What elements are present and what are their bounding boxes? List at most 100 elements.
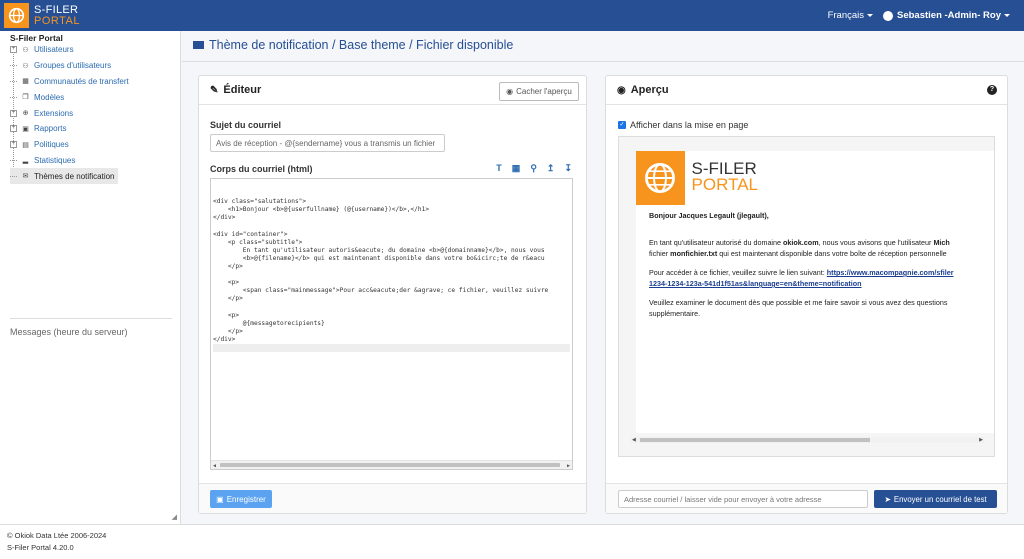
help-icon[interactable]: ? bbox=[987, 85, 997, 95]
send-test-email-button[interactable]: ➤ Envoyer un courriel de test bbox=[874, 490, 997, 508]
code-line[interactable] bbox=[213, 303, 570, 311]
code-horizontal-scrollbar[interactable]: ◀ ▶ bbox=[211, 460, 572, 469]
subject-input[interactable]: Avis de réception - @{sendername} vous a… bbox=[210, 134, 445, 152]
editor-footer: ▣ Enregistrer bbox=[199, 483, 586, 513]
sidebar-item-politiques[interactable]: + ▤ Politiques bbox=[10, 137, 180, 153]
code-line[interactable]: </div> bbox=[213, 214, 570, 222]
email-preview-body: S-FILER PORTAL Bonjour Jacques Legault (j… bbox=[636, 151, 994, 433]
sidebar-item-groupes[interactable]: ⚇ Groupes d'utilisateurs bbox=[10, 58, 180, 74]
save-button[interactable]: ▣ Enregistrer bbox=[210, 490, 272, 508]
sidebar-item-label: Utilisateurs bbox=[34, 45, 74, 55]
sidebar-item-statistiques[interactable]: ▂ Statistiques bbox=[10, 153, 180, 169]
sidebar-item-label: Extensions bbox=[34, 108, 74, 118]
code-line[interactable]: <p> bbox=[213, 312, 570, 320]
file-icon: ▣ bbox=[22, 125, 29, 133]
editor-card: ✎ Éditeur ◉ Cacher l'aperçu Sujet du cour… bbox=[198, 75, 587, 514]
code-line[interactable]: En tant qu'utilisateur autoris&eacute; d… bbox=[213, 247, 570, 255]
logo-line1: S-FILER bbox=[34, 3, 79, 16]
upload-icon[interactable]: ↥ bbox=[547, 163, 555, 174]
code-line[interactable]: <b>@{filename}</b> qui est maintenant di… bbox=[213, 255, 570, 263]
scroll-left-icon[interactable]: ◀ bbox=[632, 437, 636, 443]
code-line[interactable]: <div id="container"> bbox=[213, 231, 570, 239]
code-line[interactable]: </p> bbox=[213, 328, 570, 336]
envelope-icon: ✉ bbox=[22, 173, 29, 181]
logo-line2: PORTAL bbox=[34, 14, 80, 27]
chevron-down-icon bbox=[1004, 14, 1010, 17]
chart-icon: ▂ bbox=[22, 157, 29, 165]
expand-icon[interactable]: + bbox=[10, 141, 17, 149]
sidebar-item-modeles[interactable]: ❒ Modèles bbox=[10, 89, 180, 105]
sidebar-item-rapports[interactable]: + ▣ Rapports bbox=[10, 121, 180, 137]
sidebar-item-communautes[interactable]: ▦ Communautés de transfert bbox=[10, 74, 180, 90]
globe-icon bbox=[645, 163, 676, 193]
scroll-left-icon[interactable]: ◀ bbox=[213, 462, 216, 469]
sitemap-icon: ▦ bbox=[22, 78, 29, 86]
download-icon[interactable]: ↧ bbox=[564, 163, 572, 174]
search-icon[interactable]: ⚲ bbox=[530, 163, 537, 174]
code-line[interactable]: <div class="salutations"> bbox=[213, 198, 570, 206]
expand-icon[interactable]: + bbox=[10, 109, 17, 117]
preview-header: ◉ Aperçu ? bbox=[606, 76, 1007, 105]
preview-horizontal-scrollbar[interactable]: ◀ ▶ bbox=[631, 437, 984, 443]
expand-icon[interactable]: + bbox=[10, 125, 17, 133]
preview-link-cont[interactable]: 1234-1234-123a-541d1f51as&language=en&th… bbox=[649, 279, 862, 288]
body-label: Corps du courriel (html) bbox=[210, 164, 313, 174]
hide-preview-button[interactable]: ◉ Cacher l'aperçu bbox=[499, 82, 579, 101]
language-dropdown[interactable]: Français bbox=[828, 10, 873, 21]
sidebar: S-Filer Portal + ⚇ Utilisateurs ⚇ Groupes d… bbox=[0, 31, 181, 524]
page-title-text: Thème de notification / Base theme / Fic… bbox=[209, 38, 514, 52]
email-preview: S-FILER PORTAL Bonjour Jacques Legault (j… bbox=[618, 136, 995, 457]
resize-handle-icon[interactable]: ◢ bbox=[172, 513, 177, 521]
preview-logo-line2: PORTAL bbox=[691, 175, 758, 194]
top-bar: S-FILER PORTAL Français Sebastien -Admin… bbox=[0, 0, 1024, 31]
code-line[interactable]: <p> bbox=[213, 279, 570, 287]
code-line[interactable]: <h1>Bonjour <b>@{userfullname} (@{userna… bbox=[213, 206, 570, 214]
preview-paragraph-3: Veuillez examiner le document dès que po… bbox=[649, 298, 948, 318]
code-line[interactable]: </div> bbox=[213, 336, 570, 344]
user-circle-icon bbox=[883, 10, 893, 21]
code-line[interactable]: <p class="subtitle"> bbox=[213, 239, 570, 247]
eye-icon: ◉ bbox=[617, 84, 626, 96]
preview-greeting: Bonjour Jacques Legault (jlegault), bbox=[649, 211, 769, 220]
scroll-right-icon[interactable]: ▶ bbox=[979, 437, 983, 443]
app-logo-text[interactable]: S-FILER PORTAL bbox=[34, 3, 80, 27]
user-menu[interactable]: Sebastien -Admin- Roy bbox=[883, 10, 1010, 21]
test-email-input[interactable]: Adresse courriel / laisser vide pour env… bbox=[618, 490, 868, 508]
logo-globe-icon[interactable] bbox=[4, 3, 29, 28]
sidebar-item-label: Rapports bbox=[34, 124, 67, 134]
code-line[interactable]: </p> bbox=[213, 263, 570, 271]
code-line[interactable]: <span class="mainmessage">Pour acc&eacut… bbox=[213, 287, 570, 295]
show-layout-label: Afficher dans la mise en page bbox=[630, 120, 749, 130]
sidebar-title[interactable]: S-Filer Portal bbox=[0, 31, 180, 43]
plus-circle-icon: ⊕ bbox=[22, 110, 29, 118]
code-line[interactable]: @{messagetorecipients} bbox=[213, 320, 570, 328]
scroll-right-icon[interactable]: ▶ bbox=[567, 462, 570, 469]
sidebar-item-utilisateurs[interactable]: + ⚇ Utilisateurs bbox=[10, 42, 180, 58]
editor-title: Éditeur bbox=[223, 84, 262, 96]
text-format-icon[interactable]: T bbox=[496, 163, 502, 174]
send-test-email-label: Envoyer un courriel de test bbox=[893, 494, 987, 504]
code-line[interactable]: </p> bbox=[213, 295, 570, 303]
show-layout-checkbox[interactable]: ✓ Afficher dans la mise en page bbox=[618, 120, 748, 130]
code-line[interactable] bbox=[213, 222, 570, 230]
preview-title: Aperçu bbox=[630, 84, 669, 96]
subject-label: Sujet du courriel bbox=[210, 120, 282, 130]
preview-link[interactable]: https://www.macompagnie.com/sfiler bbox=[827, 268, 954, 277]
html-code-editor[interactable]: <div class="salutations"> <h1>Bonjour <b… bbox=[210, 178, 573, 470]
editor-header: ✎ Éditeur ◉ Cacher l'aperçu bbox=[199, 76, 586, 105]
preview-paragraph-2: Pour accéder à ce fichier, veuillez suiv… bbox=[649, 268, 954, 288]
sidebar-item-label: Politiques bbox=[34, 140, 69, 150]
code-line[interactable] bbox=[213, 343, 570, 352]
messages-panel-title: Messages (heure du serveur) bbox=[10, 318, 172, 337]
code-line[interactable] bbox=[213, 271, 570, 279]
expand-icon[interactable]: + bbox=[10, 46, 17, 54]
preview-card: ◉ Aperçu ? ✓ Afficher dans la mise en pa… bbox=[605, 75, 1008, 514]
sidebar-item-label: Thèmes de notification bbox=[34, 171, 115, 181]
checkbox-checked-icon[interactable]: ✓ bbox=[618, 121, 626, 129]
language-label: Français bbox=[827, 10, 864, 21]
chevron-down-icon bbox=[867, 13, 873, 17]
version: S-Filer Portal 4.20.0 bbox=[7, 543, 74, 552]
sidebar-item-extensions[interactable]: + ⊕ Extensions bbox=[10, 105, 180, 121]
sidebar-item-themes[interactable]: ✉ Thèmes de notification bbox=[10, 168, 118, 185]
image-icon[interactable]: ▦ bbox=[512, 163, 521, 174]
